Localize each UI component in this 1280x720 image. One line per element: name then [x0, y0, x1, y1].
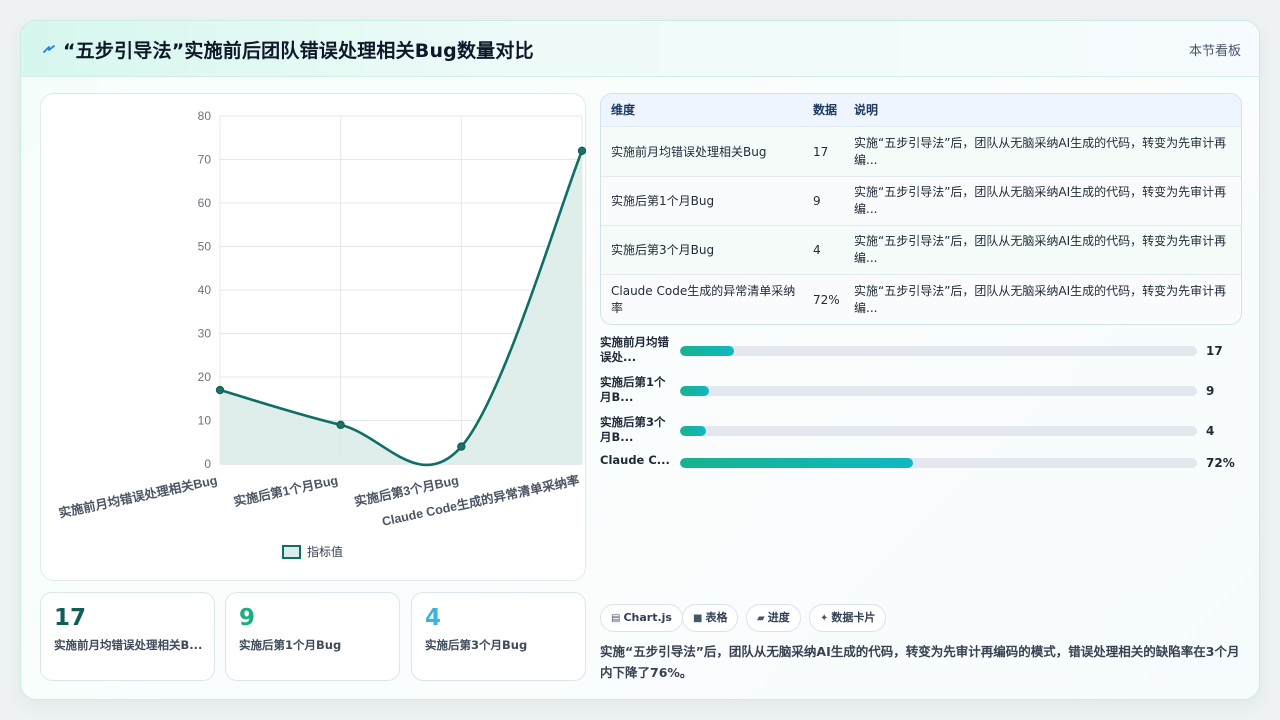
stat-label: 实施后第3个月Bug	[425, 638, 528, 652]
chart-card: 0 10 20 30 40 50 60 70 80 实施前月均错误处理相关Bug 实施后第1个月Bu…	[40, 93, 587, 581]
progress-track	[680, 458, 1197, 468]
header: “五步引导法”实施前后团队错误处理相关Bug数量对比 本节看板	[21, 21, 1259, 77]
dashboard-panel: “五步引导法”实施前后团队错误处理相关Bug数量对比 本节看板 0 10 20 30 4…	[20, 20, 1260, 700]
progress-value: 9	[1206, 384, 1215, 398]
progress-row: 实施前月均错误处... 17	[600, 335, 1242, 369]
progress-fill	[680, 458, 913, 468]
line-chart: 0 10 20 30 40 50 60 70 80 实施前月均错误处理相关Bug 实施后第1个月Bu…	[57, 109, 587, 559]
progress-track	[680, 426, 1197, 436]
progress-icon: ▰	[757, 613, 765, 624]
table-cell-dimension: 实施后第3个月Bug	[611, 243, 715, 257]
progress-row: 实施后第3个月B... 4	[600, 415, 1242, 449]
progress-label: 实施后第1个月B...	[600, 375, 666, 404]
progress-label: Claude C...	[600, 453, 670, 467]
legend-label: 指标值	[307, 544, 343, 559]
stat-card: 4 实施后第3个月Bug	[411, 592, 586, 681]
table-header-row: 维度 数据 说明	[601, 94, 1241, 127]
y-tick-label: 80	[198, 109, 212, 123]
data-point	[577, 146, 587, 156]
table-header-data: 数据	[813, 103, 838, 117]
data-point	[457, 442, 466, 451]
table-header-note: 说明	[854, 103, 879, 117]
table-cell-data: 72%	[813, 293, 840, 307]
progress-label: 实施前月均错误处...	[600, 335, 669, 364]
page-title: “五步引导法”实施前后团队错误处理相关Bug数量对比	[63, 40, 534, 62]
tag-table[interactable]: ■ 表格	[682, 604, 739, 632]
stat-value: 9	[239, 605, 256, 631]
legend-swatch	[282, 545, 301, 559]
table-header-dimension: 维度	[611, 103, 636, 117]
table-cell-note: 实施“五步引导法”后，团队从无脑采纳AI生成的代码，转变为先审计再编...	[854, 185, 1227, 216]
progress-row: Claude C... 72%	[600, 451, 1242, 485]
table-row: 实施后第3个月Bug 4 实施“五步引导法”后，团队从无脑采纳AI生成的代码，转…	[601, 226, 1241, 275]
table-row: 实施前月均错误处理相关Bug 17 实施“五步引导法”后，团队从无脑采纳AI生成…	[601, 127, 1241, 177]
y-tick-label: 40	[198, 283, 212, 297]
summary-text: 实施“五步引导法”后，团队从无脑采纳AI生成的代码，转变为先审计再编码的模式，错…	[600, 644, 1240, 680]
table-cell-note: 实施“五步引导法”后，团队从无脑采纳AI生成的代码，转变为先审计再编...	[854, 284, 1227, 315]
data-point	[336, 420, 345, 430]
y-tick-label: 30	[198, 327, 212, 341]
y-tick-label: 60	[198, 196, 212, 210]
y-tick-label: 0	[204, 457, 211, 471]
chart-icon: ▤	[611, 613, 621, 624]
data-table: 维度 数据 说明 实施前月均错误处理相关Bug 17 实施“五步引导法”后，团队…	[600, 93, 1242, 325]
section-board-label: 本节看板	[1188, 44, 1241, 59]
progress-value: 4	[1206, 424, 1215, 438]
progress-label: 实施后第3个月B...	[600, 415, 666, 444]
y-tick-label: 20	[198, 370, 212, 384]
stat-card: 17 实施前月均错误处理相关B...	[40, 592, 215, 681]
stat-label: 实施前月均错误处理相关B...	[54, 638, 203, 652]
tag-data-card[interactable]: ✦ 数据卡片	[809, 604, 887, 632]
progress-row: 实施后第1个月B... 9	[600, 375, 1242, 409]
y-tick-label: 10	[198, 414, 212, 428]
y-tick-label: 70	[198, 153, 212, 167]
tag-progress[interactable]: ▰ 进度	[746, 604, 801, 632]
lightning-icon	[43, 45, 55, 53]
x-tick-label: Claude Code生成的异常清单采纳率	[381, 472, 582, 529]
progress-value: 17	[1206, 344, 1223, 358]
progress-fill	[680, 426, 706, 436]
x-tick-label: 实施后第1个月Bug	[232, 472, 339, 509]
progress-fill	[680, 346, 735, 356]
y-tick-label: 50	[198, 240, 212, 254]
x-tick-label: 实施前月均错误处理相关Bug	[57, 472, 218, 520]
table-cell-dimension: Claude Code生成的异常清单采纳率	[611, 284, 796, 315]
table-cell-data: 9	[813, 194, 821, 208]
table-cell-dimension: 实施后第1个月Bug	[611, 194, 715, 208]
progress-fill	[680, 386, 709, 396]
progress-list: 实施前月均错误处... 17 实施后第1个月B... 9 实施后第3个月B...…	[600, 333, 1242, 473]
table-row: Claude Code生成的异常清单采纳率 72% 实施“五步引导法”后，团队从…	[601, 275, 1241, 324]
data-point	[215, 385, 225, 395]
stat-value: 17	[54, 605, 87, 631]
progress-track	[680, 386, 1197, 396]
progress-value: 72%	[1206, 456, 1235, 470]
tag-chartjs[interactable]: ▤ Chart.js	[600, 604, 683, 632]
table-icon: ■	[693, 613, 703, 624]
progress-track	[680, 346, 1197, 356]
stat-label: 实施后第1个月Bug	[239, 638, 342, 652]
card-icon: ✦	[820, 613, 829, 624]
table-row: 实施后第1个月Bug 9 实施“五步引导法”后，团队从无脑采纳AI生成的代码，转…	[601, 177, 1241, 226]
stat-value: 4	[425, 605, 442, 631]
table-cell-data: 4	[813, 243, 821, 257]
stat-card: 9 实施后第1个月Bug	[225, 592, 400, 681]
table-cell-dimension: 实施前月均错误处理相关Bug	[611, 145, 767, 159]
table-cell-data: 17	[813, 145, 829, 159]
table-cell-note: 实施“五步引导法”后，团队从无脑采纳AI生成的代码，转变为先审计再编...	[854, 136, 1227, 167]
table-cell-note: 实施“五步引导法”后，团队从无脑采纳AI生成的代码，转变为先审计再编...	[854, 234, 1227, 265]
